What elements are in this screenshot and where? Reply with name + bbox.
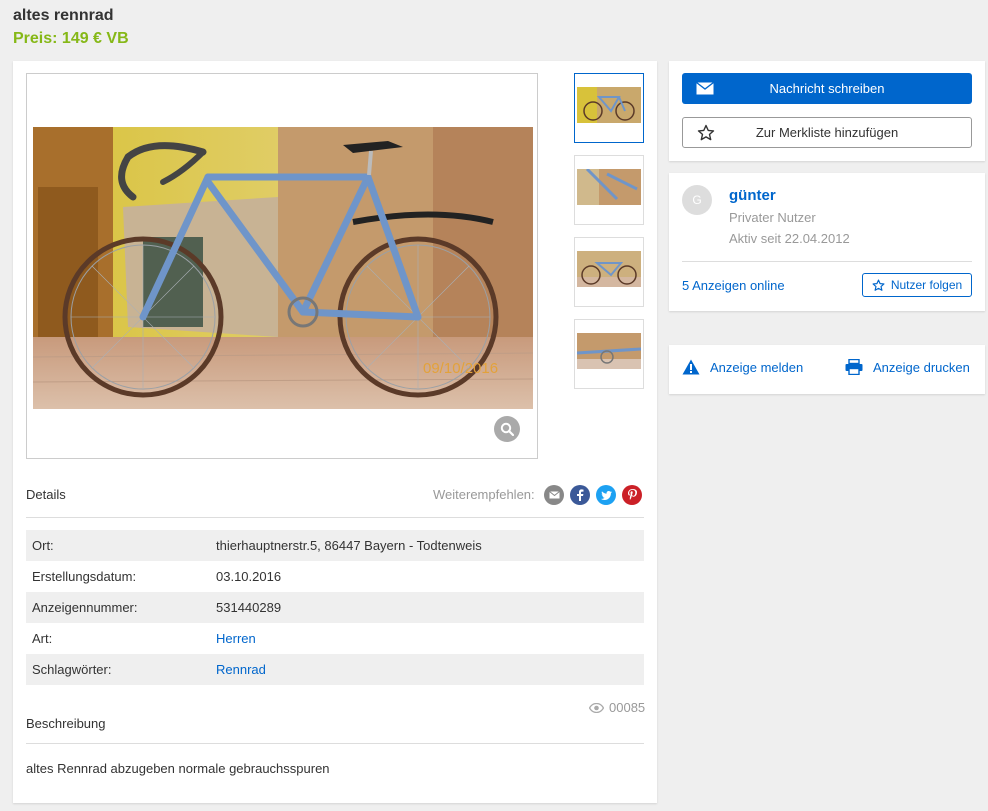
star-icon	[872, 279, 885, 291]
report-listing-label: Anzeige melden	[710, 359, 804, 375]
thumbnail-1[interactable]	[574, 73, 644, 143]
twitter-icon[interactable]	[596, 485, 616, 505]
description-heading: Beschreibung	[26, 716, 106, 731]
add-to-watchlist-button[interactable]: Zur Merkliste hinzufügen	[682, 117, 972, 148]
description-text: altes Rennrad abzugeben normale gebrauch…	[26, 761, 330, 776]
seller-active-since: Aktiv seit 22.04.2012	[729, 231, 850, 246]
seller-ads-link[interactable]: 5 Anzeigen online	[682, 278, 785, 293]
table-row: Ort: thierhauptnerstr.5, 86447 Bayern - …	[26, 530, 644, 561]
facebook-icon[interactable]	[570, 485, 590, 505]
table-row: Erstellungsdatum: 03.10.2016	[26, 561, 644, 592]
listing-title: altes rennrad	[13, 7, 114, 24]
zoom-button[interactable]	[494, 416, 520, 442]
view-counter: 00085	[589, 700, 645, 715]
attr-label: Anzeigennummer:	[32, 600, 138, 615]
attr-label: Art:	[32, 631, 53, 646]
seller-card: G günter Privater Nutzer Aktiv seit 22.0…	[669, 173, 985, 311]
main-image-frame: 09/10/2016	[26, 73, 538, 459]
contact-card: Nachricht schreiben Zur Merkliste hinzuf…	[669, 61, 985, 161]
details-table: Ort: thierhauptnerstr.5, 86447 Bayern - …	[26, 530, 644, 685]
listing-price: Preis: 149 € VB	[13, 30, 129, 47]
table-row: Art: Herren	[26, 623, 644, 654]
category-link[interactable]: Herren	[216, 631, 256, 646]
printer-icon	[845, 359, 863, 375]
thumbnail-image	[577, 169, 641, 205]
attr-label: Schlagwörter:	[32, 662, 112, 677]
table-row: Schlagwörter: Rennrad	[26, 654, 644, 685]
listing-actions-card: Anzeige melden Anzeige drucken	[669, 345, 985, 394]
eye-icon	[589, 702, 604, 713]
warning-icon	[682, 359, 700, 375]
attr-value: thierhauptnerstr.5, 86447 Bayern - Todte…	[216, 538, 482, 553]
avatar: G	[682, 185, 712, 215]
details-heading: Details	[26, 487, 66, 502]
magnifier-icon	[500, 422, 514, 436]
thumbnail-3[interactable]	[574, 237, 644, 307]
attr-value: 03.10.2016	[216, 569, 282, 584]
report-listing-link[interactable]: Anzeige melden	[682, 359, 803, 375]
description-divider	[26, 743, 644, 744]
envelope-icon	[696, 82, 714, 95]
view-count: 00085	[609, 700, 646, 715]
email-icon[interactable]	[544, 485, 564, 505]
thumbnail-2[interactable]	[574, 155, 644, 225]
bicycle-photo[interactable]: 09/10/2016	[33, 127, 533, 409]
follow-user-button[interactable]: Nutzer folgen	[862, 273, 972, 297]
thumbnail-image	[577, 251, 641, 287]
send-message-label: Nachricht schreiben	[769, 81, 885, 96]
add-to-watchlist-label: Zur Merkliste hinzufügen	[755, 125, 899, 140]
seller-type: Privater Nutzer	[729, 210, 816, 225]
pinterest-icon[interactable]	[622, 485, 642, 505]
listing-main-card: 09/10/2016 Details Weiterempfehlen: Ort:…	[13, 61, 657, 803]
seller-name[interactable]: günter	[729, 187, 776, 204]
details-divider	[26, 517, 644, 518]
send-message-button[interactable]: Nachricht schreiben	[682, 73, 972, 104]
follow-user-label: Nutzer folgen	[890, 278, 963, 292]
attr-label: Erstellungsdatum:	[32, 569, 137, 584]
attr-value: 531440289	[216, 600, 282, 615]
seller-divider	[682, 261, 972, 262]
tag-link[interactable]: Rennrad	[216, 662, 266, 677]
print-listing-link[interactable]: Anzeige drucken	[845, 359, 970, 375]
table-row: Anzeigennummer: 531440289	[26, 592, 644, 623]
star-icon	[697, 124, 715, 141]
share-label: Weiterempfehlen:	[433, 487, 535, 502]
print-listing-label: Anzeige drucken	[873, 359, 970, 375]
attr-label: Ort:	[32, 538, 54, 553]
photo-date-stamp: 09/10/2016	[423, 360, 498, 377]
thumbnail-image	[577, 87, 641, 123]
thumbnail-image	[577, 333, 641, 369]
thumbnail-4[interactable]	[574, 319, 644, 389]
